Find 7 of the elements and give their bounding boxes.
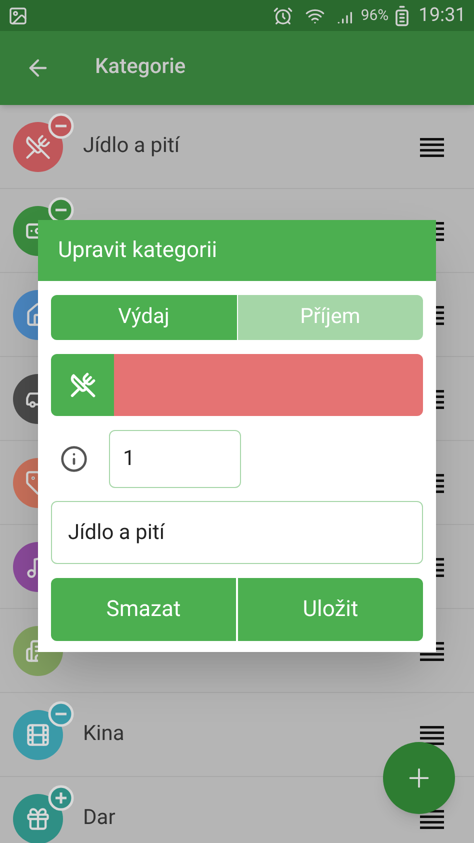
clock-time: 19:31 [418,2,466,28]
screen-title: Kategorie [95,54,186,82]
battery-level: 96% [360,5,389,26]
category-name: Dar [83,806,116,830]
category-name: Jídlo a pití [83,134,180,158]
dialog-title: Upravit kategorii [58,237,218,265]
category-name: Kina [83,722,124,746]
